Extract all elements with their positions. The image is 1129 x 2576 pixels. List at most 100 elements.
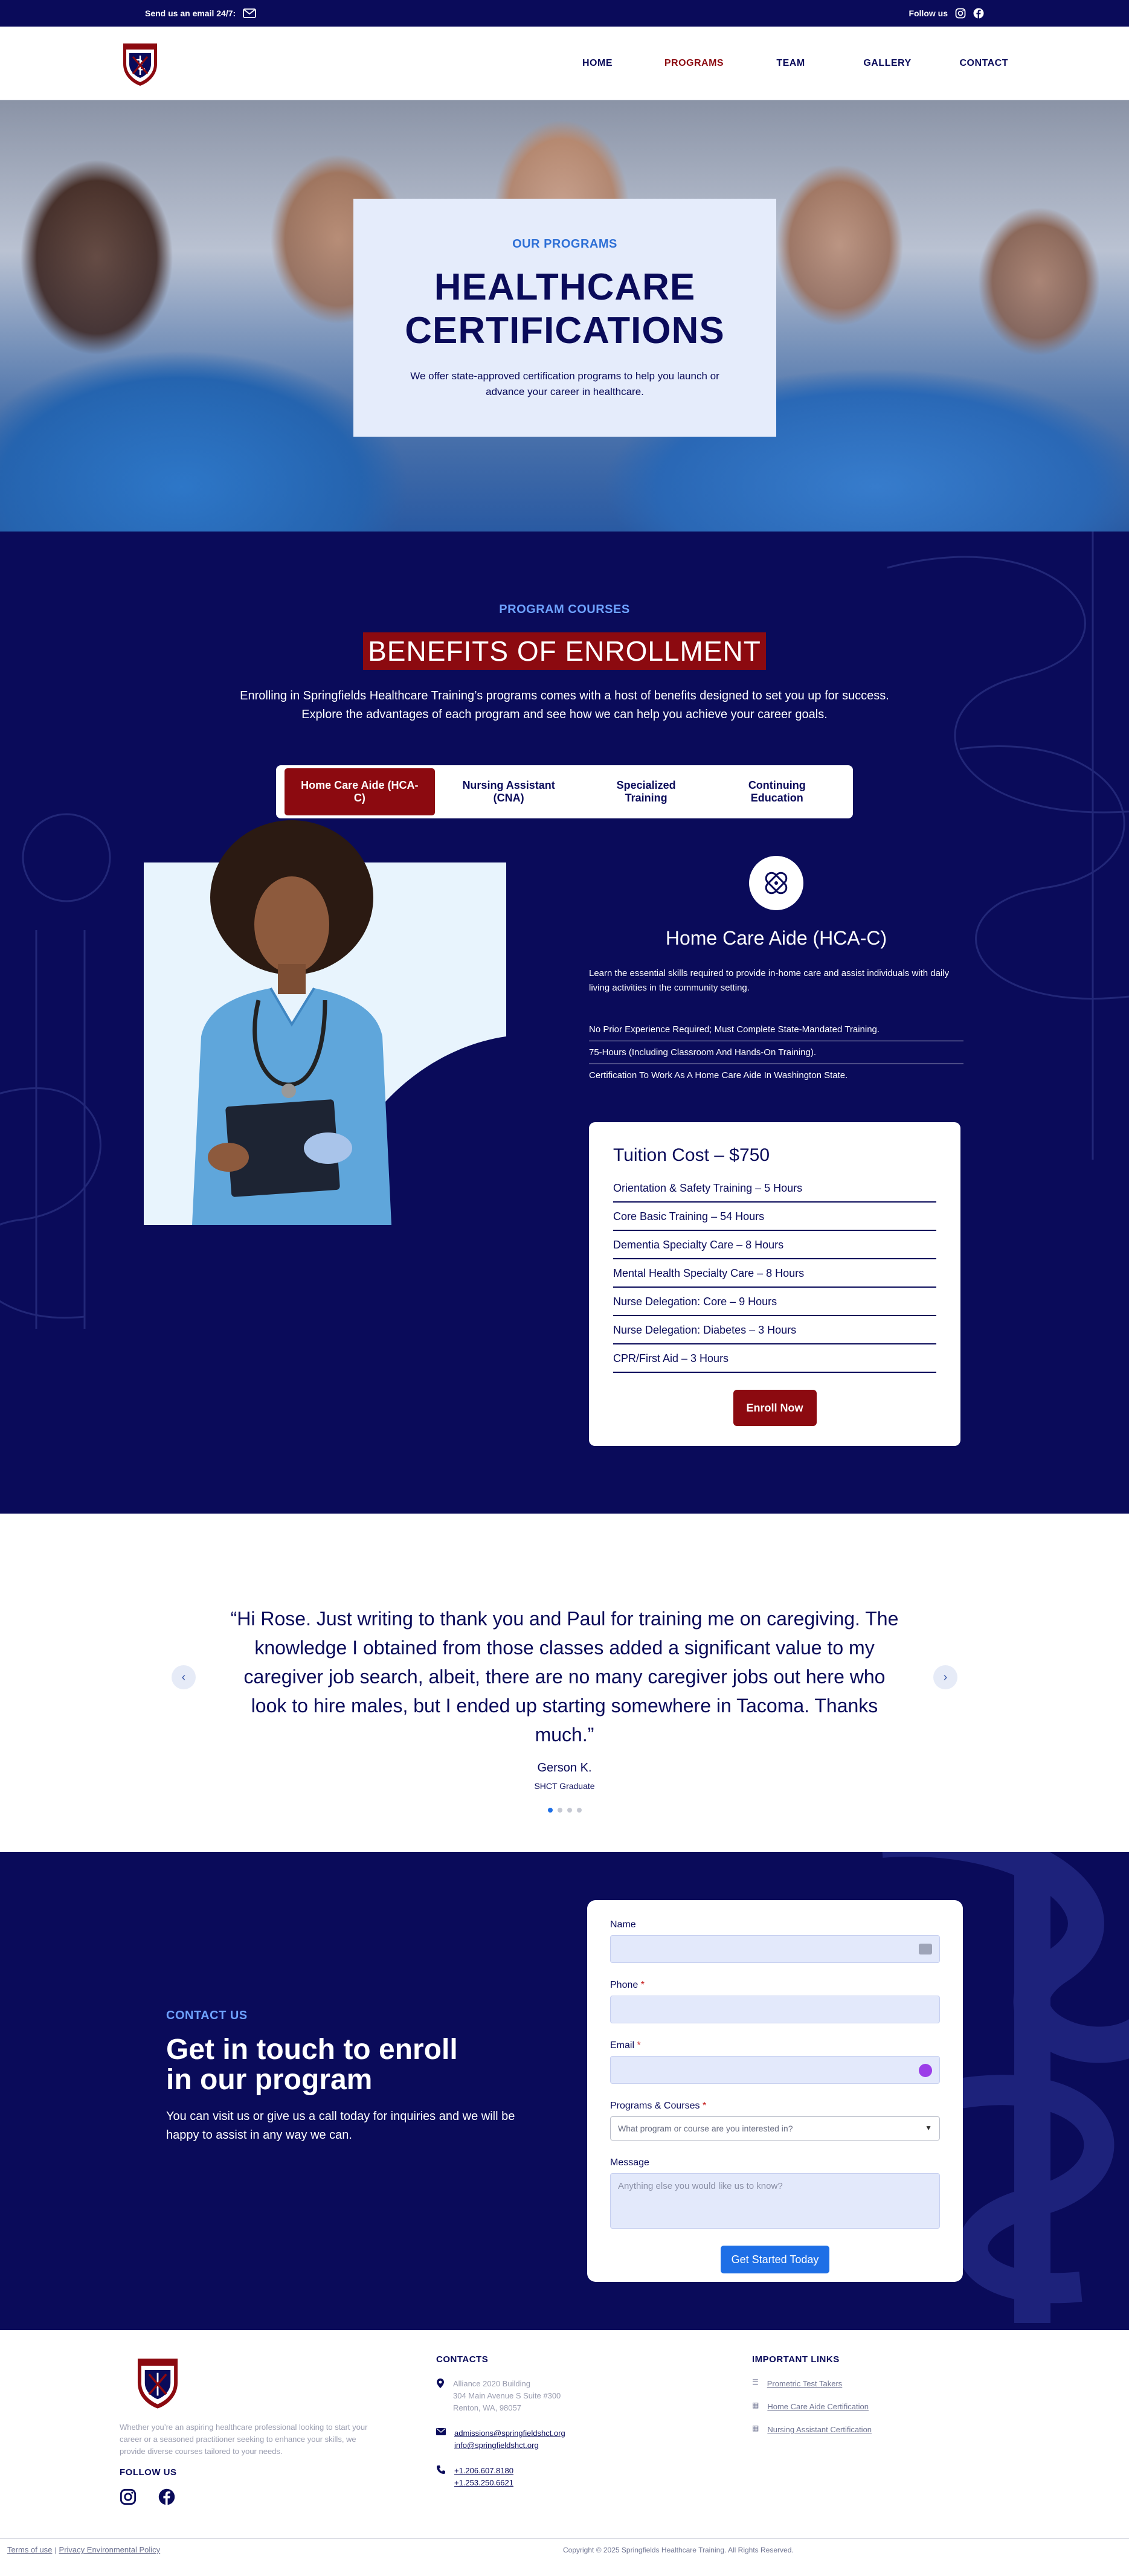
enroll-now-button[interactable]: Enroll Now [733,1390,817,1426]
contact-eyebrow: CONTACT US [166,2009,248,2022]
top-bar: Send us an email 24/7: Follow us [0,0,1129,27]
email-link-admissions[interactable]: admissions@springfieldshct.org [454,2429,565,2438]
hero-title-line2: CERTIFICATIONS [405,310,725,352]
phone-link-1[interactable]: +1.206.607.8180 [454,2466,513,2475]
contact-intro: CONTACT US Get in touch to enroll in our… [166,2009,529,2145]
instagram-icon[interactable] [120,2488,137,2507]
email-link-info[interactable]: info@springfieldshct.org [454,2441,539,2450]
footer-separator: | [54,2545,57,2554]
next-arrow-icon[interactable]: › [933,1665,957,1689]
footer-bottom-bar: Terms of use | Privacy Environmental Pol… [0,2538,1129,2561]
tuition-item: Mental Health Specialty Care – 8 Hours [613,1259,936,1288]
name-field[interactable] [610,1935,940,1963]
map-pin-icon [436,2378,445,2391]
course-info: Home Care Aide (HCA-C) Learn the essenti… [589,856,963,1087]
extension-icon [919,2064,932,2077]
contact-title: Get in touch to enroll in our program [166,2035,529,2095]
link-nursing-assistant[interactable]: Nursing Assistant Certification [767,2424,872,2436]
tuition-item: CPR/First Aid – 3 Hours [613,1344,936,1373]
enroll-form: Name Phone * Email * Programs & Courses … [587,1900,963,2282]
carousel-dot[interactable] [567,1808,572,1813]
footer-about-text: Whether you’re an aspiring healthcare pr… [120,2423,368,2456]
footer-links: IMPORTANT LINKS ☰ Prometric Test Takers … [752,2354,970,2436]
nav-programs[interactable]: PROGRAMS [646,58,742,69]
footer-emails: admissions@springfieldshct.org info@spri… [436,2427,654,2452]
tuition-card: Tuition Cost – $750 Orientation & Safety… [589,1122,960,1446]
testimonial-section: ‹ › “Hi Rose. Just writing to thank you … [0,1514,1129,1852]
nav-home-link[interactable]: HOME [582,58,613,68]
footer-link-item[interactable]: ▦ Nursing Assistant Certification [752,2424,970,2436]
testimonial-author: Gerson K. [537,1761,592,1775]
carousel-dot[interactable] [557,1808,562,1813]
benefits-title: BENEFITS OF ENROLLMENT [363,632,766,670]
tab-nursing-assistant[interactable]: Nursing Assistant (CNA) [435,768,583,815]
get-started-button[interactable]: Get Started Today [721,2246,829,2273]
terms-link[interactable]: Terms of use [7,2545,52,2554]
nav-gallery[interactable]: GALLERY [839,58,936,69]
tab-continuing-education[interactable]: Continuing Education [710,768,844,815]
link-home-care-aide[interactable]: Home Care Aide Certification [767,2401,869,2413]
phone-link-2[interactable]: +1.253.250.6621 [454,2478,513,2487]
facebook-icon[interactable] [158,2488,175,2507]
contact-title-line1: Get in touch to enroll [166,2034,458,2066]
footer-link-item[interactable]: ▦ Home Care Aide Certification [752,2401,970,2413]
previous-arrow-icon[interactable]: ‹ [172,1665,196,1689]
instagram-icon[interactable] [955,8,966,19]
hero-title: HEALTHCARE CERTIFICATIONS [353,266,776,353]
nurse-photo [144,820,506,1225]
list-icon: ☰ [752,2378,759,2386]
hero-eyebrow: OUR PROGRAMS [512,237,617,251]
address-line2: 304 Main Avenue S Suite #300 [453,2391,561,2400]
tuition-list: Orientation & Safety Training – 5 Hours … [613,1174,936,1373]
main-nav: HOME PROGRAMS TEAM GALLERY CONTACT [549,58,1008,69]
privacy-link[interactable]: Privacy Environmental Policy [59,2545,161,2554]
email-field[interactable] [610,2056,940,2084]
nav-team-link[interactable]: TEAM [776,58,805,68]
programs-select[interactable]: What program or course are you intereste… [610,2116,940,2141]
email-label: Email * [610,2040,641,2051]
address-line1: Alliance 2020 Building [453,2379,530,2388]
testimonial-quote: “Hi Rose. Just writing to thank you and … [230,1608,899,1746]
footer-address: Alliance 2020 Building 304 Main Avenue S… [436,2378,654,2414]
nav-gallery-link[interactable]: GALLERY [863,58,911,68]
hero-subtitle: We offer state-approved certification pr… [410,370,719,397]
requirement-item: No Prior Experience Required; Must Compl… [589,1018,963,1041]
top-bar-email[interactable]: Send us an email 24/7: [145,8,257,18]
carousel-dots [0,1808,1129,1813]
decorative-caduceus-left [0,813,111,1329]
link-prometric[interactable]: Prometric Test Takers [767,2378,843,2390]
message-label: Message [610,2157,649,2168]
footer-follow-label: FOLLOW US [120,2467,177,2478]
tab-specialized-training[interactable]: Specialized Training [583,768,710,815]
follow-label: Follow us [909,8,948,18]
programs-header: PROGRAM COURSES BENEFITS OF ENROLLMENT E… [0,532,1129,818]
bandage-icon [749,856,803,910]
message-field[interactable]: Anything else you would like us to know? [610,2173,940,2229]
tuition-item: Orientation & Safety Training – 5 Hours [613,1174,936,1203]
tab-home-care-aide[interactable]: Home Care Aide (HCA-C) [285,768,435,815]
nurse-illustration [144,820,506,1225]
mail-icon[interactable] [243,8,257,18]
contact-title-line2: in our program [166,2064,373,2096]
nav-programs-link[interactable]: PROGRAMS [664,58,724,68]
programs-eyebrow: PROGRAM COURSES [499,603,630,616]
site-footer: Whether you’re an aspiring healthcare pr… [0,2330,1129,2561]
nav-contact-link[interactable]: CONTACT [959,58,1008,68]
top-bar-social: Follow us [909,8,984,19]
carousel-dot[interactable] [547,1808,553,1813]
footer-logo[interactable] [134,2354,373,2412]
footer-link-item[interactable]: ☰ Prometric Test Takers [752,2378,970,2390]
name-label: Name [610,1919,636,1930]
hero-title-line1: HEALTHCARE [434,266,696,308]
carousel-dot[interactable] [576,1808,582,1813]
site-logo[interactable] [121,40,159,87]
footer-contacts: CONTACTS Alliance 2020 Building 304 Main… [436,2354,654,2489]
contact-card-icon [919,1944,932,1954]
nav-contact[interactable]: CONTACT [936,58,1008,69]
facebook-icon[interactable] [973,8,984,19]
phone-field[interactable] [610,1996,940,2023]
nav-team[interactable]: TEAM [742,58,839,69]
envelope-icon [436,2427,446,2437]
phone-icon [436,2465,446,2476]
nav-home[interactable]: HOME [549,58,646,69]
